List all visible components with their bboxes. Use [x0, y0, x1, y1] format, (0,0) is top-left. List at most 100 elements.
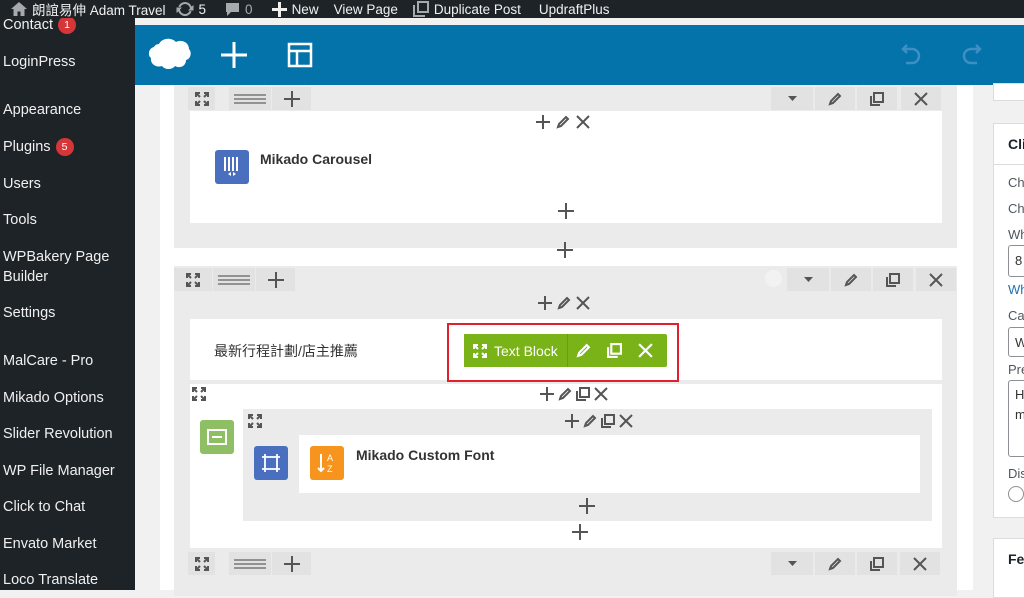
inner-column: AZ Mikado Custom Font — [243, 409, 932, 521]
plugins-badge: 5 — [55, 138, 74, 156]
inner-row-move-icon[interactable] — [192, 387, 206, 406]
menu-item-tools[interactable]: Tools — [3, 210, 133, 230]
row-clone-icon[interactable] — [873, 268, 913, 291]
row-toggle-icon[interactable] — [771, 552, 813, 575]
site-name-link[interactable]: 朗誼易伸 Adam Travel — [0, 0, 171, 18]
wpbakery-logo-icon[interactable] — [149, 38, 191, 72]
row-layout-icon[interactable] — [229, 87, 271, 110]
add-row-icon[interactable] — [557, 242, 573, 263]
inner-column-settings-icon[interactable] — [254, 446, 288, 480]
menu-label: Appearance — [3, 102, 82, 118]
menu-item-wpbakery[interactable]: WPBakery Page Builder — [3, 247, 133, 287]
panel-link[interactable]: Wh — [1008, 282, 1024, 297]
row-add-column-icon[interactable] — [256, 268, 295, 291]
inner-add-element-icon[interactable] — [579, 498, 595, 519]
comments-link[interactable]: 0 — [211, 0, 258, 18]
duplicate-post-label: Duplicate Post — [433, 1, 521, 17]
radio-button[interactable] — [1008, 486, 1024, 502]
row-edit-icon[interactable] — [815, 552, 855, 575]
updates-icon — [176, 1, 194, 17]
carousel-icon — [215, 150, 249, 184]
row-delete-icon[interactable] — [901, 87, 941, 110]
panel-text: Ch — [1008, 175, 1024, 190]
textarea-line: H — [1015, 387, 1024, 402]
featured-box: Fe — [993, 538, 1024, 598]
row-move-icon[interactable] — [188, 87, 215, 110]
inner-edit-icon[interactable] — [558, 387, 572, 401]
input-value: 8 — [1015, 253, 1023, 268]
panel-text: Wh — [1008, 227, 1024, 242]
new-link[interactable]: New — [258, 0, 324, 18]
row-1: Mikado Carousel — [174, 85, 957, 248]
inner-column-delete-icon[interactable] — [619, 414, 633, 428]
menu-item-settings[interactable]: Settings — [3, 303, 133, 323]
svg-text:A: A — [327, 453, 333, 463]
view-page-link[interactable]: View Page — [324, 0, 403, 18]
menu-label: Users — [3, 176, 41, 192]
column-edit-icon[interactable] — [556, 115, 570, 129]
panel-text: Ch — [1008, 201, 1024, 216]
templates-icon[interactable] — [287, 42, 313, 68]
inner-column-edit-icon[interactable] — [583, 414, 597, 428]
text-input[interactable]: W — [1008, 327, 1024, 357]
click-to-chat-box: Cli Ch Ch Wh 8 Wh Ca W Pre H m Dis — [993, 123, 1024, 518]
column-edit-icon[interactable] — [557, 296, 571, 310]
menu-item-malcare[interactable]: MalCare - Pro — [3, 351, 133, 371]
column-delete-icon[interactable] — [576, 115, 590, 129]
textarea[interactable]: H m — [1008, 380, 1024, 457]
menu-item-click-to-chat[interactable]: Click to Chat — [3, 497, 133, 517]
inner-column-clone-icon[interactable] — [601, 414, 615, 428]
row-delete-icon[interactable] — [900, 552, 940, 575]
row-delete-icon[interactable] — [916, 268, 956, 291]
menu-item-loginpress[interactable]: LoginPress — [3, 52, 133, 72]
column-controls — [536, 115, 590, 129]
number-input[interactable]: 8 — [1008, 245, 1024, 277]
inner-clone-icon[interactable] — [576, 387, 590, 401]
row-layout-icon[interactable] — [229, 552, 271, 575]
row-clone-icon[interactable] — [857, 552, 897, 575]
menu-label-line2: Builder — [3, 269, 49, 285]
right-box-top — [993, 83, 1024, 101]
undo-icon[interactable] — [898, 43, 922, 65]
row-move-icon[interactable] — [174, 268, 212, 291]
row-edit-icon[interactable] — [815, 87, 855, 110]
duplicate-icon — [412, 1, 429, 17]
updates-count: 5 — [198, 1, 207, 17]
column-add-icon[interactable] — [538, 296, 552, 310]
column-delete-icon[interactable] — [576, 296, 590, 310]
menu-item-plugins[interactable]: Plugins 5 — [3, 137, 133, 157]
menu-item-loco-translate[interactable]: Loco Translate — [3, 570, 133, 590]
add-element-icon[interactable] — [221, 42, 247, 68]
row-layout-icon[interactable] — [213, 268, 255, 291]
inner-delete-icon[interactable] — [594, 387, 608, 401]
menu-item-users[interactable]: Users — [3, 174, 133, 194]
row-move-icon[interactable] — [188, 552, 215, 575]
inner-column-move-icon[interactable] — [248, 414, 262, 433]
duplicate-post-link[interactable]: Duplicate Post — [403, 0, 526, 18]
redo-icon[interactable] — [961, 43, 985, 65]
row-clone-icon[interactable] — [857, 87, 897, 110]
row-3 — [188, 548, 942, 596]
row-toggle-icon[interactable] — [771, 87, 813, 110]
inner-add-icon[interactable] — [540, 387, 554, 401]
updates-link[interactable]: 5 — [171, 0, 212, 18]
menu-item-wp-file-manager[interactable]: WP File Manager — [3, 461, 133, 481]
menu-item-appearance[interactable]: Appearance — [3, 100, 133, 120]
menu-label: WPBakery Page — [3, 249, 110, 265]
inner-row-add-icon[interactable] — [572, 524, 588, 545]
custom-font-element[interactable]: AZ Mikado Custom Font — [299, 435, 920, 493]
menu-label: Mikado Options — [3, 390, 104, 406]
row-edit-icon[interactable] — [831, 268, 871, 291]
column-add-element-icon[interactable] — [558, 203, 574, 224]
row-add-column-icon[interactable] — [272, 87, 311, 110]
row-toggle-icon[interactable] — [787, 268, 829, 291]
menu-label: Settings — [3, 305, 56, 321]
menu-item-envato-market[interactable]: Envato Market — [3, 534, 133, 554]
inner-column-add-icon[interactable] — [565, 414, 579, 428]
updraftplus-link[interactable]: UpdraftPlus — [526, 0, 615, 18]
element-label-carousel[interactable]: Mikado Carousel — [260, 151, 372, 167]
menu-item-mikado-options[interactable]: Mikado Options — [3, 388, 133, 408]
column-add-icon[interactable] — [536, 115, 550, 129]
menu-item-slider-revolution[interactable]: Slider Revolution — [3, 424, 133, 444]
row-add-column-icon[interactable] — [272, 552, 311, 575]
